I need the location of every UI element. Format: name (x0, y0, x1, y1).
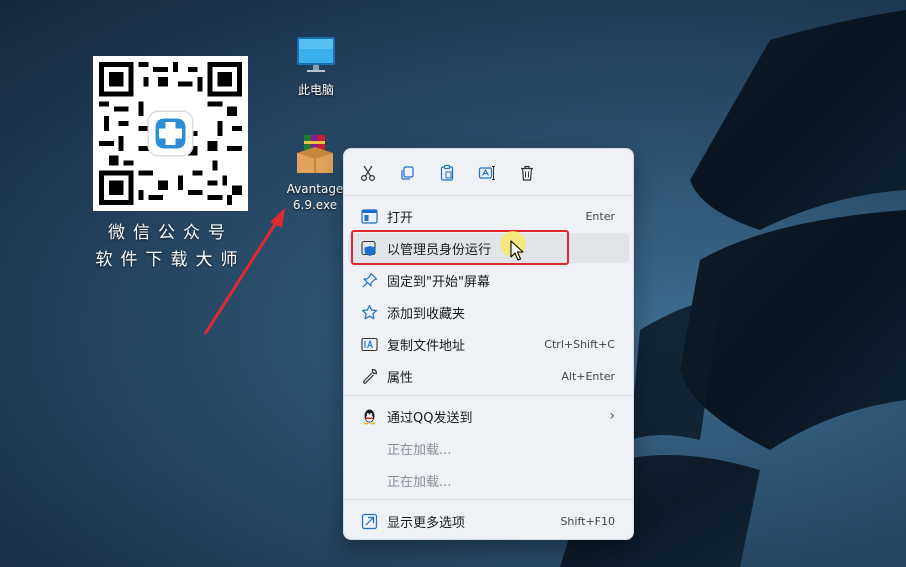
cut-button[interactable] (356, 161, 380, 185)
qq-icon (359, 406, 379, 426)
menu-item-label: 正在加载... (387, 442, 452, 458)
mouse-cursor-icon (510, 240, 524, 261)
paste-button[interactable] (435, 161, 459, 185)
menu-item-label: 属性 (387, 370, 414, 386)
trash-icon (521, 165, 533, 181)
menu-item-label: 正在加载... (387, 474, 452, 490)
qr-caption-line1: 微信公众号 (108, 223, 233, 243)
menu-item-shortcut: Ctrl+Shift+C (544, 337, 615, 351)
installer-label-line1: Avantage (286, 182, 344, 196)
path-icon (359, 334, 379, 354)
menu-item-loading: 正在加载... (348, 465, 629, 495)
app-window-icon (359, 206, 379, 226)
winrar-archive-icon (297, 135, 333, 173)
context-menu-toolbar (344, 149, 633, 195)
rename-icon (478, 166, 495, 180)
qr-code (93, 56, 248, 211)
installer-label-line2: 6.9.exe (292, 198, 338, 212)
menu-item-label: 显示更多选项 (387, 515, 466, 531)
menu-item-send-via-qq[interactable]: 通过QQ发送到 › (348, 401, 629, 431)
menu-item-label: 通过QQ发送到 (387, 410, 473, 426)
menu-divider (344, 195, 633, 196)
menu-item-label: 固定到"开始"屏幕 (387, 274, 490, 290)
menu-item-label: 复制文件地址 (387, 338, 466, 354)
menu-item-pin-to-start[interactable]: 固定到"开始"屏幕 (348, 265, 629, 295)
star-icon (359, 302, 379, 322)
external-icon (359, 511, 379, 531)
rename-button[interactable] (475, 161, 499, 185)
pin-icon (359, 270, 379, 290)
context-menu: 打开 Enter 以管理员身份运行 固定到"开始"屏幕 添加到收藏夹 复制文件地… (343, 148, 634, 540)
menu-item-shortcut: Alt+Enter (561, 369, 615, 383)
menu-item-label: 打开 (387, 210, 414, 226)
menu-divider (344, 499, 633, 500)
qr-code-image (99, 62, 242, 205)
wrench-icon (359, 366, 379, 386)
menu-item-shortcut: Shift+F10 (560, 514, 615, 528)
menu-item-show-more-options[interactable]: 显示更多选项 Shift+F10 (348, 506, 629, 536)
menu-item-copy-path[interactable]: 复制文件地址 Ctrl+Shift+C (348, 329, 629, 359)
annotation-highlight-box (351, 230, 569, 265)
desktop-icon-this-pc[interactable]: 此电脑 (288, 34, 344, 98)
qr-caption-line2: 软件下载大师 (95, 250, 246, 270)
desktop-icon-installer[interactable]: Avantage 6.9.exe (282, 133, 348, 213)
copy-icon (401, 166, 414, 180)
menu-item-label: 添加到收藏夹 (387, 306, 466, 322)
chevron-right-icon: › (609, 408, 615, 424)
menu-item-properties[interactable]: 属性 Alt+Enter (348, 361, 629, 391)
menu-divider (344, 395, 633, 396)
scissors-icon (360, 165, 376, 182)
copy-button[interactable] (395, 161, 419, 185)
menu-item-open[interactable]: 打开 Enter (348, 201, 629, 231)
this-pc-label: 此电脑 (297, 83, 334, 97)
monitor-icon (297, 37, 335, 72)
menu-item-loading: 正在加载... (348, 433, 629, 463)
delete-button[interactable] (515, 161, 539, 185)
menu-item-shortcut: Enter (585, 209, 615, 223)
menu-item-add-to-favorites[interactable]: 添加到收藏夹 (348, 297, 629, 327)
clipboard-icon (440, 164, 454, 181)
